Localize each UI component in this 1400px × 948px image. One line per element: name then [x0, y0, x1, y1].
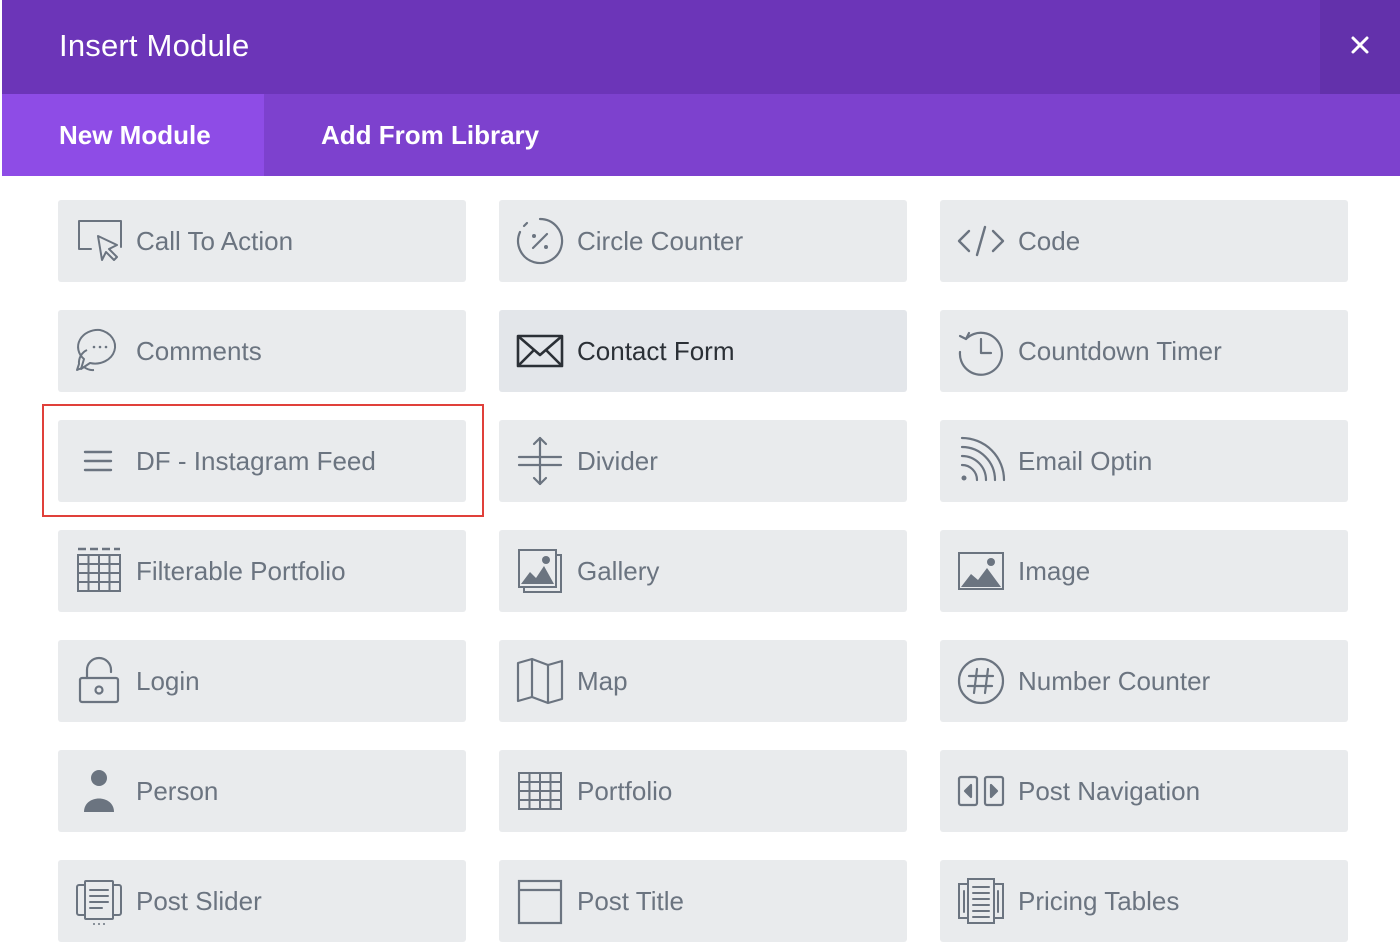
menu-lines-icon [74, 436, 124, 486]
module-code[interactable]: Code [940, 200, 1348, 282]
person-icon [74, 766, 124, 816]
envelope-icon [515, 326, 565, 376]
module-label: Call To Action [136, 226, 294, 256]
filter-grid-icon [74, 546, 124, 596]
module-filterable-portfolio[interactable]: Filterable Portfolio [58, 530, 466, 612]
close-icon [1350, 35, 1370, 60]
hash-circle-icon [956, 656, 1006, 706]
lock-icon [74, 656, 124, 706]
module-label: Post Navigation [1018, 776, 1201, 806]
module-label: Countdown Timer [1018, 336, 1222, 366]
code-icon [956, 216, 1006, 266]
module-countdown-timer[interactable]: Countdown Timer [940, 310, 1348, 392]
module-contact-form[interactable]: Contact Form [499, 310, 907, 392]
module-post-slider[interactable]: Post Slider [58, 860, 466, 942]
module-label: Comments [136, 336, 262, 366]
module-number-counter[interactable]: Number Counter [940, 640, 1348, 722]
module-gallery[interactable]: Gallery [499, 530, 907, 612]
module-login[interactable]: Login [58, 640, 466, 722]
module-label: Divider [577, 446, 658, 476]
tab-bar: New Module Add From Library [2, 94, 1400, 176]
rss-icon [956, 436, 1006, 486]
dialog-header: Insert Module [2, 0, 1400, 94]
module-label: Person [136, 776, 219, 806]
cursor-screen-icon [74, 216, 124, 266]
module-post-navigation[interactable]: Post Navigation [940, 750, 1348, 832]
module-portfolio[interactable]: Portfolio [499, 750, 907, 832]
module-label: Post Title [577, 886, 684, 916]
post-title-icon [515, 876, 565, 926]
gallery-icon [515, 546, 565, 596]
module-label: Pricing Tables [1018, 886, 1180, 916]
module-circle-counter[interactable]: Circle Counter [499, 200, 907, 282]
module-pricing-tables[interactable]: Pricing Tables [940, 860, 1348, 942]
dialog-title: Insert Module [59, 28, 250, 63]
module-call-to-action[interactable]: Call To Action [58, 200, 466, 282]
module-label: Email Optin [1018, 446, 1153, 476]
module-label: Circle Counter [577, 226, 744, 256]
module-label: Portfolio [577, 776, 673, 806]
module-divider[interactable]: Divider [499, 420, 907, 502]
module-label: Login [136, 666, 200, 696]
pricing-tables-icon [956, 876, 1006, 926]
module-label: Gallery [577, 556, 660, 586]
module-df-instagram-feed[interactable]: DF - Instagram Feed [58, 420, 466, 502]
module-image[interactable]: Image [940, 530, 1348, 612]
grid-icon [515, 766, 565, 816]
insert-module-dialog: Insert Module New Module Add From Librar… [0, 0, 1400, 948]
tab-add-from-library[interactable]: Add From Library [264, 94, 539, 176]
map-icon [515, 656, 565, 706]
post-slider-icon [74, 876, 124, 926]
module-grid: Call To Action Circle Counter Code Comme… [0, 176, 1400, 948]
module-label: Number Counter [1018, 666, 1211, 696]
clock-history-icon [956, 326, 1006, 376]
module-map[interactable]: Map [499, 640, 907, 722]
divider-arrows-icon [515, 436, 565, 486]
post-navigation-icon [956, 766, 1006, 816]
module-label: Image [1018, 556, 1091, 586]
module-person[interactable]: Person [58, 750, 466, 832]
close-button[interactable] [1320, 0, 1400, 94]
module-label: Code [1018, 226, 1081, 256]
module-label: Filterable Portfolio [136, 556, 346, 586]
module-comments[interactable]: Comments [58, 310, 466, 392]
module-label: Map [577, 666, 628, 696]
chat-bubble-icon [74, 326, 124, 376]
image-icon [956, 546, 1006, 596]
module-label: Contact Form [577, 336, 735, 366]
tab-new-module[interactable]: New Module [2, 94, 264, 176]
module-post-title[interactable]: Post Title [499, 860, 907, 942]
module-email-optin[interactable]: Email Optin [940, 420, 1348, 502]
percent-circle-icon [515, 216, 565, 266]
module-label: Post Slider [136, 886, 262, 916]
module-label: DF - Instagram Feed [136, 446, 376, 476]
